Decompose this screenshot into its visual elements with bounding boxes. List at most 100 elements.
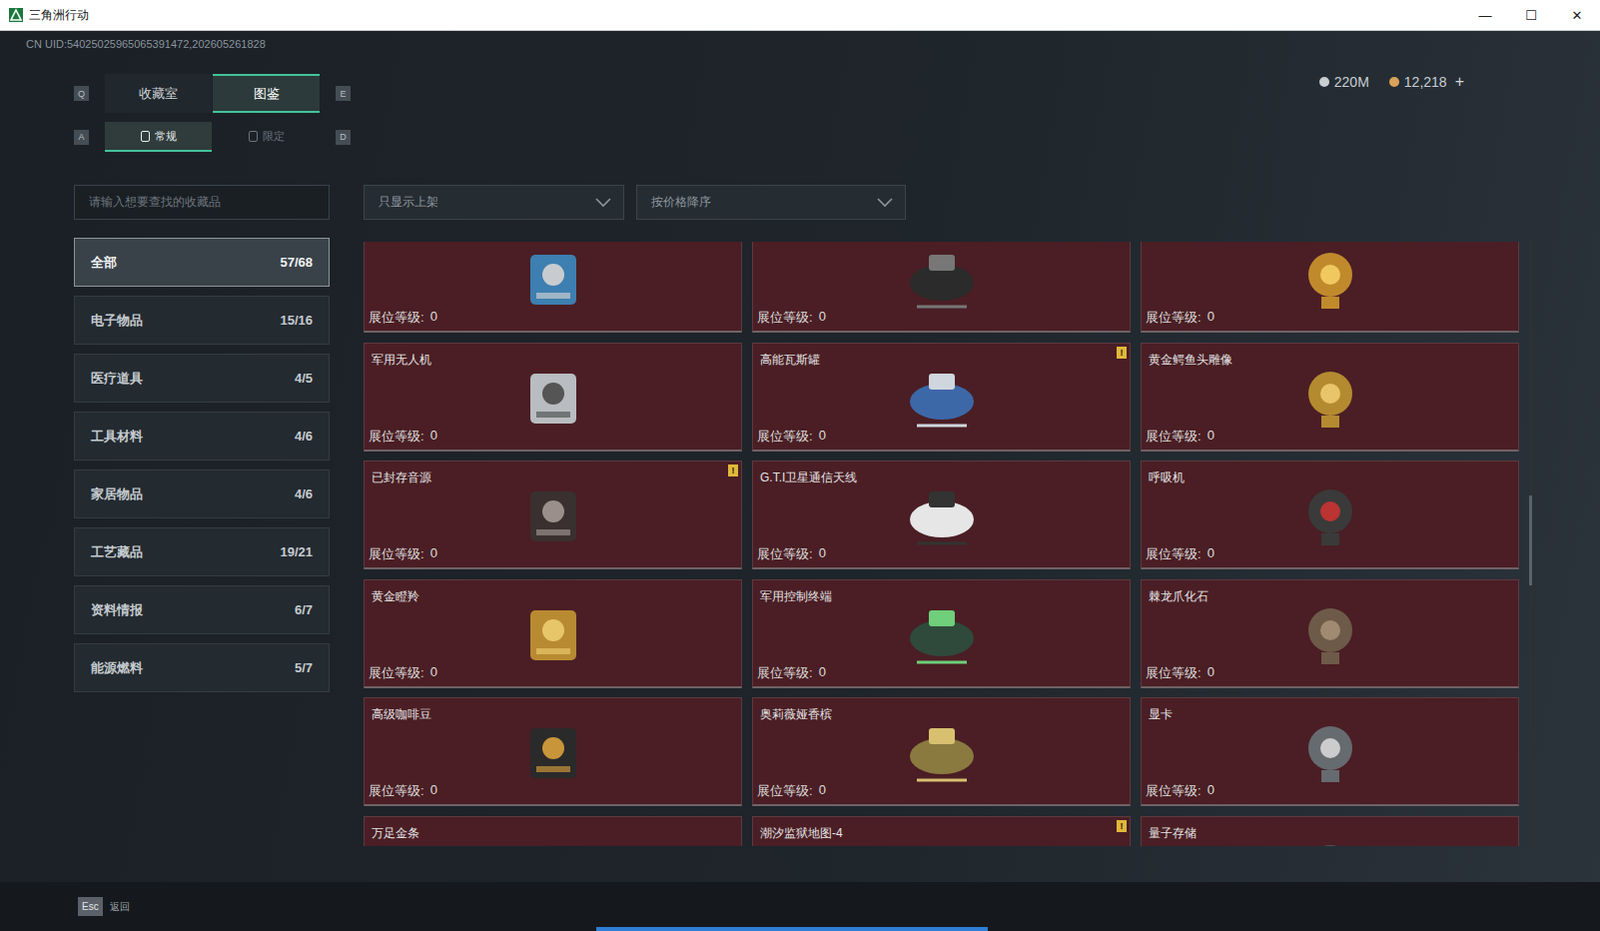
- delta-logo-icon: [8, 7, 23, 22]
- filter-dropdown[interactable]: 只显示上架: [363, 184, 625, 220]
- card-name: 军用无人机: [364, 343, 742, 369]
- key-hint: A: [73, 129, 89, 145]
- card-level: 展位等级:0: [1141, 664, 1519, 687]
- item-icon: [1285, 477, 1376, 554]
- collection-grid[interactable]: 展位等级:0 展位等级:0 展位等级:0军用无人机 展位等级:0高能瓦斯罐 ! …: [363, 241, 1535, 846]
- card-level: 展位等级:0: [753, 545, 1130, 568]
- collection-card[interactable]: 展位等级:0: [752, 241, 1131, 333]
- title-bar: 三角洲行动 —☐✕: [0, 0, 1600, 31]
- category-icon: [248, 130, 258, 142]
- card-level: 展位等级:0: [1141, 545, 1519, 568]
- subtab[interactable]: 常规: [104, 121, 212, 152]
- sidebar-item[interactable]: 工具材料4/6: [73, 411, 330, 461]
- loading-strip: [596, 926, 988, 931]
- coin-icon: [1389, 76, 1400, 87]
- chevron-down-icon: [876, 197, 893, 208]
- sidebar-item[interactable]: 全部57/68: [73, 237, 330, 287]
- collection-card[interactable]: G.T.I卫星通信天线 展位等级:0: [752, 460, 1131, 570]
- card-level: 展位等级:0: [753, 308, 1130, 331]
- card-level: 展位等级:0: [753, 427, 1130, 450]
- game-window: 三角洲行动 —☐✕ CN UID:54025025965065391472,20…: [0, 0, 1600, 931]
- collection-card[interactable]: 量子存储: [1140, 815, 1520, 847]
- card-name: 显卡: [1141, 698, 1519, 724]
- card-name: [753, 241, 1130, 247]
- card-name: G.T.I卫星通信天线: [753, 461, 1130, 487]
- chevron-down-icon: [595, 197, 612, 208]
- card-name: 军用控制终端: [753, 580, 1130, 606]
- key-hint: E: [335, 85, 351, 101]
- item-icon: [1285, 714, 1376, 791]
- back-button[interactable]: Esc 返回: [77, 896, 130, 916]
- item-icon: [896, 714, 987, 791]
- currency-bar: 220M12,218 +: [1319, 73, 1465, 152]
- tab[interactable]: 图鉴: [212, 73, 320, 113]
- card-name: [1141, 241, 1519, 247]
- sidebar-item[interactable]: 电子物品15/16: [73, 295, 330, 345]
- collection-card[interactable]: 军用无人机 展位等级:0: [363, 342, 743, 452]
- coin-icon: [1319, 76, 1330, 87]
- card-name: 高能瓦斯罐: [753, 343, 1130, 369]
- card-level: 展位等级:0: [1141, 308, 1519, 331]
- alert-badge: !: [1116, 819, 1127, 832]
- item-icon: [508, 596, 599, 673]
- collection-card[interactable]: 潮汐监狱地图-4 !: [752, 815, 1131, 847]
- item-icon: [1285, 241, 1376, 317]
- sidebar-item[interactable]: 医疗道具4/5: [73, 353, 330, 403]
- collection-card[interactable]: 万足金条: [363, 815, 743, 847]
- card-level: 展位等级:0: [1141, 427, 1519, 450]
- window-control-button[interactable]: —: [1462, 0, 1509, 30]
- subtab[interactable]: 限定: [212, 121, 320, 152]
- card-name: 棘龙爪化石: [1141, 580, 1519, 606]
- card-name: 呼吸机: [1141, 461, 1519, 487]
- sidebar-item[interactable]: 家居物品4/6: [73, 469, 330, 519]
- card-level: 展位等级:0: [364, 664, 742, 687]
- window-title: 三角洲行动: [28, 6, 89, 24]
- item-icon: [1285, 832, 1376, 847]
- currency: 220M: [1319, 73, 1370, 90]
- card-name: 已封存音源: [364, 461, 742, 487]
- card-name: 黄金鳄鱼头雕像: [1141, 343, 1519, 369]
- sidebar-item[interactable]: 能源燃料5/7: [73, 643, 330, 693]
- window-control-button[interactable]: ✕: [1554, 0, 1600, 30]
- card-name: 奥莉薇娅香槟: [753, 698, 1130, 724]
- collection-card[interactable]: 呼吸机 展位等级:0: [1140, 460, 1520, 570]
- sidebar-item[interactable]: 资料情报6/7: [73, 585, 330, 635]
- item-icon: [508, 359, 599, 436]
- collection-card[interactable]: 棘龙爪化石 展位等级:0: [1140, 579, 1520, 689]
- sidebar-item[interactable]: 工艺藏品19/21: [73, 527, 330, 577]
- collection-card[interactable]: 高级咖啡豆 展位等级:0: [363, 697, 743, 806]
- item-icon: [508, 241, 599, 317]
- category-icon: [140, 130, 150, 142]
- item-icon: [896, 832, 987, 847]
- item-icon: [896, 241, 987, 317]
- collection-card[interactable]: 奥莉薇娅香槟 展位等级:0: [752, 697, 1131, 806]
- card-level: 展位等级:0: [364, 782, 742, 804]
- card-level: 展位等级:0: [753, 782, 1130, 804]
- alert-badge: !: [728, 464, 739, 477]
- collection-card[interactable]: 展位等级:0: [1140, 241, 1520, 333]
- collection-card[interactable]: 军用控制终端 展位等级:0: [752, 579, 1131, 689]
- window-control-button[interactable]: ☐: [1508, 0, 1555, 30]
- collection-card[interactable]: 黄金鳄鱼头雕像 展位等级:0: [1140, 342, 1520, 452]
- uid-label: CN UID:54025025965065391472,202605261828: [25, 37, 1600, 53]
- card-name: 潮汐监狱地图-4: [753, 816, 1130, 842]
- filter-dropdown[interactable]: 按价格降序: [636, 184, 906, 220]
- collection-card[interactable]: 已封存音源 ! 展位等级:0: [363, 460, 743, 570]
- card-name: 量子存储: [1141, 816, 1519, 842]
- item-icon: [508, 477, 599, 554]
- card-level: 展位等级:0: [364, 427, 742, 450]
- collection-card[interactable]: 显卡 展位等级:0: [1140, 697, 1520, 806]
- item-icon: [896, 596, 987, 673]
- scrollbar[interactable]: [1529, 241, 1533, 846]
- scrollbar-thumb[interactable]: [1529, 495, 1533, 586]
- card-level: 展位等级:0: [364, 545, 742, 568]
- card-level: 展位等级:0: [753, 664, 1130, 687]
- add-currency-button[interactable]: +: [1455, 73, 1465, 90]
- footer-bar: Esc 返回: [0, 881, 1600, 931]
- search-input[interactable]: 请输入想要查找的收藏品: [73, 184, 330, 220]
- collection-card[interactable]: 高能瓦斯罐 ! 展位等级:0: [752, 342, 1131, 452]
- alert-badge: !: [1116, 346, 1127, 359]
- collection-card[interactable]: 展位等级:0: [363, 241, 743, 333]
- tab[interactable]: 收藏室: [104, 73, 212, 113]
- collection-card[interactable]: 黄金瞪羚 展位等级:0: [363, 579, 743, 689]
